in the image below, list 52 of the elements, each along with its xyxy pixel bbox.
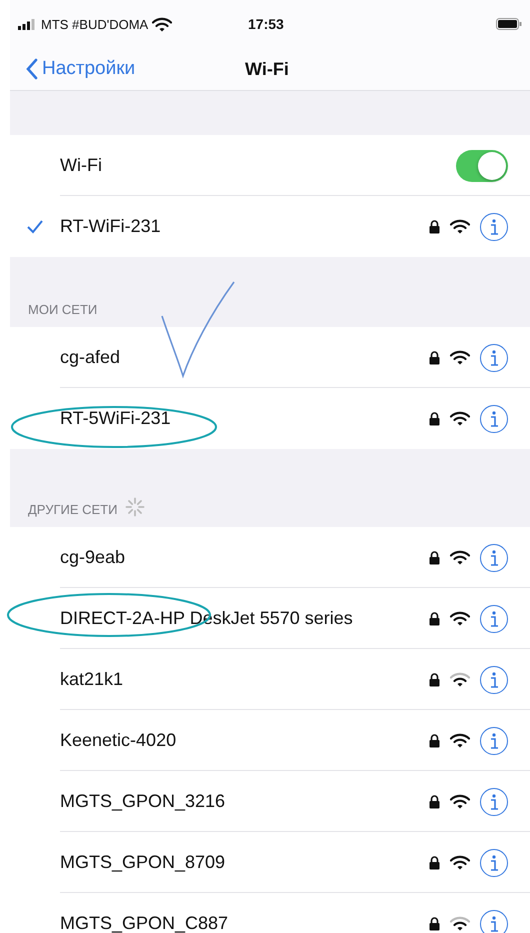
lock-icon <box>429 856 440 870</box>
lock-icon <box>429 612 440 626</box>
wifi-icon <box>450 550 470 565</box>
status-time: 17:53 <box>248 16 284 32</box>
network-name[interactable]: cg-afed <box>60 347 429 368</box>
wifi-icon <box>450 794 470 809</box>
lock-icon <box>429 916 440 930</box>
info-button[interactable] <box>480 404 508 432</box>
info-button[interactable] <box>480 910 508 933</box>
network-name[interactable]: Keenetic-4020 <box>60 730 429 751</box>
wifi-icon <box>450 672 470 687</box>
carrier-name: MTS #BUD'DOMA <box>41 16 148 32</box>
lock-icon <box>429 350 440 364</box>
info-button[interactable] <box>480 726 508 754</box>
lock-icon <box>429 734 440 748</box>
wifi-icon <box>450 611 470 626</box>
wifi-icon <box>450 219 470 234</box>
cell-signal-icon <box>18 18 36 30</box>
lock-icon <box>429 550 440 564</box>
wifi-icon <box>450 411 470 426</box>
lock-icon <box>429 794 440 808</box>
info-button[interactable] <box>480 848 508 876</box>
network-name[interactable]: MGTS_GPON_8709 <box>60 852 429 873</box>
network-name[interactable]: cg-9eab <box>60 547 429 568</box>
info-button[interactable] <box>480 788 508 816</box>
network-name[interactable]: kat21k1 <box>60 669 429 690</box>
info-button[interactable] <box>480 344 508 372</box>
network-name[interactable]: RT-5WiFi-231 <box>60 408 429 429</box>
network-name[interactable]: MGTS_GPON_C887 <box>60 913 429 933</box>
lock-icon <box>429 412 440 426</box>
wifi-label: Wi-Fi <box>60 155 103 176</box>
back-link[interactable]: Настройки <box>10 58 136 80</box>
wifi-switch[interactable] <box>456 150 508 182</box>
network-name[interactable]: RT-WiFi-231 <box>60 216 429 237</box>
info-button[interactable] <box>480 666 508 694</box>
info-button[interactable] <box>480 212 508 240</box>
wifi-icon <box>450 916 470 931</box>
lock-icon <box>429 220 440 234</box>
page-title: Wi-Fi <box>245 58 289 80</box>
section-header: МОИ СЕТИ <box>28 302 98 317</box>
loading-spinner-icon <box>125 497 146 517</box>
info-button[interactable] <box>480 544 508 572</box>
battery-icon <box>496 18 522 30</box>
info-button[interactable] <box>480 604 508 632</box>
wifi-icon <box>152 16 172 32</box>
section-header: ДРУГИЕ СЕТИ <box>28 502 118 517</box>
wifi-icon <box>450 350 470 365</box>
lock-icon <box>429 672 440 686</box>
back-chevron-icon <box>26 58 38 80</box>
wifi-icon <box>450 855 470 870</box>
network-name[interactable]: MGTS_GPON_3216 <box>60 791 429 812</box>
wifi-icon <box>450 733 470 748</box>
